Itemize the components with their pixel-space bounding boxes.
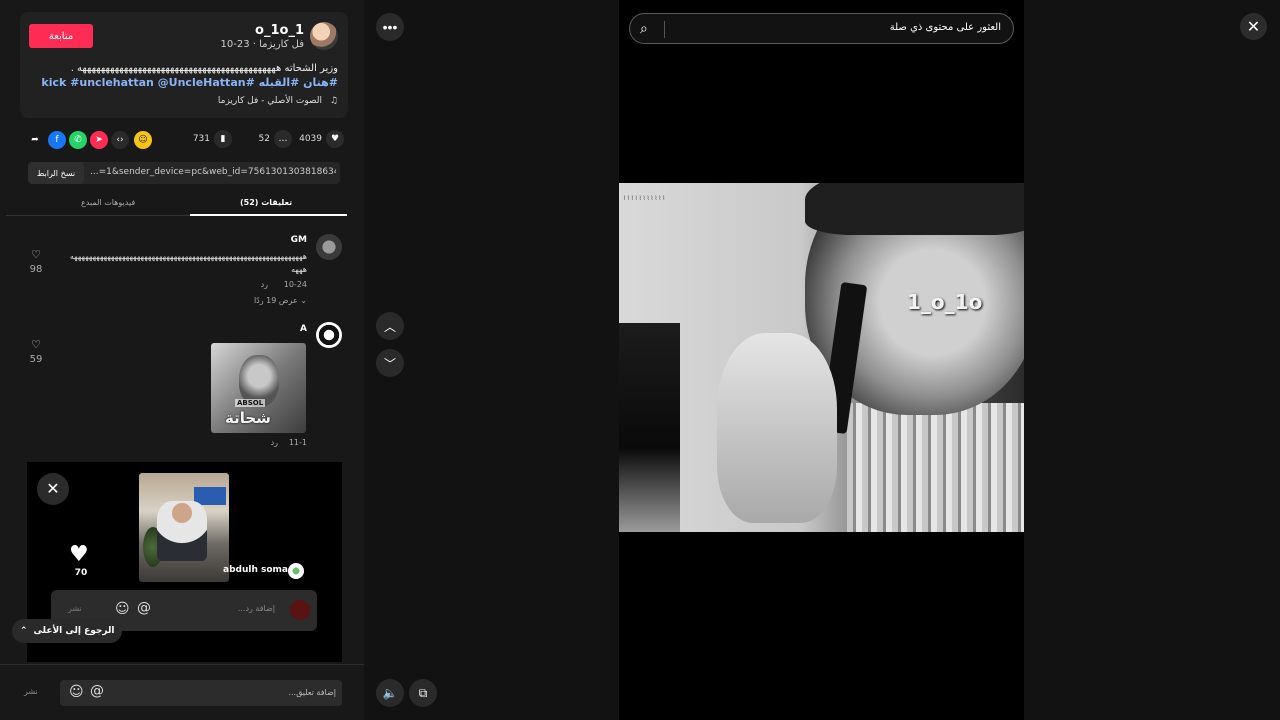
comment-date: 11-1	[288, 438, 307, 447]
save-action[interactable]: 731 ▮	[193, 130, 232, 148]
close-icon[interactable]: ✕	[37, 473, 69, 505]
back-to-top-button[interactable]: ⌃ الرجوع إلى الأعلى	[12, 619, 123, 643]
video-watermark: 1_o_1o	[907, 290, 983, 314]
comment-username[interactable]: A	[300, 324, 307, 334]
app-root: o_1o_1 فل كاريزما · 23-10 متابعة وزير ال…	[0, 0, 1280, 720]
comment-placeholder: إضافة تعليق...	[288, 688, 336, 697]
more-options-icon[interactable]: •••	[376, 13, 404, 41]
back-to-top-label: الرجوع إلى الأعلى	[33, 626, 115, 636]
comment-action[interactable]: 52 …	[259, 130, 292, 148]
comment-count: 52	[258, 134, 270, 144]
previous-video-chevron-up-icon[interactable]: ︿	[376, 312, 404, 340]
mention-icon[interactable]: @	[137, 600, 151, 616]
emoji-share-icon[interactable]: ☺	[134, 131, 152, 149]
floating-player-icon[interactable]: ⧉	[409, 679, 437, 707]
comment-username[interactable]: GM	[291, 235, 307, 245]
view-replies-link[interactable]: عرض 19 ردًا ⌄	[254, 296, 307, 305]
action-bar: 4039 ♥ 52 … 731 ▮ ☺ ‹› ➤ ✆ f ➦	[24, 130, 344, 150]
search-bar[interactable]: ⌕ العثور على محتوى ذي صلة	[629, 13, 1014, 44]
author-subtitle: فل كاريزما · 23-10	[220, 39, 305, 50]
emoji-icon[interactable]: ☺	[69, 684, 84, 700]
search-input[interactable]: العثور على محتوى ذي صلة	[890, 22, 1001, 33]
view-replies-label: عرض 19 ردًا	[253, 296, 298, 305]
author-username[interactable]: o_1o_1	[255, 23, 304, 38]
music-title: الصوت الأصلي - فل كاريزما	[217, 96, 323, 106]
mini-username[interactable]: abdulh soma	[223, 565, 288, 575]
comment-icon[interactable]: …	[274, 130, 292, 148]
description-text: وزير الشحاته ههههههههههههههههههههههههههه…	[70, 63, 338, 74]
heart-icon[interactable]: ♥	[326, 130, 344, 148]
save-count: 731	[192, 134, 210, 144]
embed-icon[interactable]: ‹›	[111, 131, 129, 149]
comment-heart-icon[interactable]: ♡	[29, 248, 43, 261]
share-link-row: نسخ الرابط ...=1&sender_device=pc&web_id…	[28, 162, 340, 184]
comment-avatar[interactable]	[316, 322, 342, 348]
share-arrow-icon[interactable]: ➦	[26, 131, 44, 149]
reply-post-button[interactable]: نشر	[68, 604, 82, 613]
like-action[interactable]: 4039 ♥	[299, 130, 344, 148]
video-hand	[717, 333, 837, 523]
facebook-icon[interactable]: f	[48, 131, 66, 149]
reply-link[interactable]: رد	[261, 280, 268, 289]
video-inset-panel	[619, 323, 680, 532]
active-tab-indicator	[190, 214, 347, 216]
comment-text-continued: هههه	[291, 265, 307, 274]
mini-video-thumbnail[interactable]	[139, 473, 229, 582]
emoji-icon[interactable]: ☺	[115, 601, 130, 617]
video-shirt	[847, 403, 1024, 532]
tab-creator-videos[interactable]: فيديوهات المبدع	[81, 198, 135, 207]
search-divider	[664, 21, 665, 38]
author-avatar[interactable]	[310, 22, 338, 50]
share-link-text[interactable]: ...=1&sender_device=pc&web_id=7561301303…	[90, 167, 336, 177]
close-icon[interactable]: ✕	[1240, 13, 1267, 40]
volume-icon[interactable]: 🔈	[376, 679, 404, 707]
next-video-chevron-down-icon[interactable]: ﹀	[376, 349, 404, 377]
comment-input[interactable]: ☺ @ إضافة تعليق...	[60, 680, 342, 706]
comment-sticker-image[interactable]: ABSOL شحاتة	[211, 343, 306, 433]
music-info[interactable]: ♫ الصوت الأصلي - فل كاريزما	[218, 96, 338, 106]
double-chevron-up-icon: ⌃	[20, 626, 28, 636]
heart-icon[interactable]: ♥	[69, 542, 89, 567]
mention-icon[interactable]: @	[90, 683, 104, 699]
comment-like-count: 59	[29, 354, 43, 365]
comment-text: هههههههههههههههههههههههههههههههههههههههه…	[69, 252, 307, 261]
follow-button[interactable]: متابعة	[29, 24, 93, 48]
video-scribble: ⌇⌇⌇⌇⌇⌇⌇⌇⌇⌇⌇	[623, 195, 667, 202]
comment-avatar[interactable]	[316, 234, 342, 260]
bookmark-icon[interactable]: ▮	[214, 130, 232, 148]
video-hair	[805, 183, 1024, 235]
sticker-arabic-text: شحاتة	[225, 409, 271, 427]
tab-comments[interactable]: (52) تعليقات	[240, 198, 292, 207]
post-comment-button[interactable]: نشر	[24, 687, 38, 696]
chevron-down-icon: ⌄	[300, 296, 307, 305]
reply-placeholder: إضافة رد...	[237, 604, 275, 613]
reply-user-avatar	[290, 600, 310, 620]
sticker-text: ABSOL	[235, 399, 266, 407]
comment-heart-icon[interactable]: ♡	[29, 338, 43, 351]
thumbnail-person	[157, 501, 207, 561]
search-icon[interactable]: ⌕	[640, 21, 648, 37]
mini-user-avatar[interactable]	[288, 563, 304, 579]
whatsapp-icon[interactable]: ✆	[69, 131, 87, 149]
description-tags[interactable]: #هتان #القبله #kick #unclehattan @UncleH…	[38, 76, 338, 90]
video-frame[interactable]: ⌇⌇⌇⌇⌇⌇⌇⌇⌇⌇⌇ 1_o_1o	[619, 183, 1024, 532]
send-icon[interactable]: ➤	[90, 131, 108, 149]
reply-link[interactable]: رد	[271, 438, 278, 447]
video-description: وزير الشحاته ههههههههههههههههههههههههههه…	[38, 62, 338, 90]
mini-like-count: 70	[74, 568, 88, 578]
author-card: o_1o_1 فل كاريزما · 23-10 متابعة وزير ال…	[20, 12, 348, 118]
comment-like-count: 98	[29, 264, 43, 275]
panel-tabs: فيديوهات المبدع (52) تعليقات	[6, 192, 347, 216]
comment-composer: نشر ☺ @ إضافة تعليق...	[0, 664, 364, 720]
music-note-icon: ♫	[329, 96, 338, 106]
copy-link-button[interactable]: نسخ الرابط	[28, 162, 84, 184]
like-count: 4039	[299, 134, 322, 144]
comment-date: 10-24	[283, 280, 307, 289]
details-panel: o_1o_1 فل كاريزما · 23-10 متابعة وزير ال…	[0, 0, 364, 720]
